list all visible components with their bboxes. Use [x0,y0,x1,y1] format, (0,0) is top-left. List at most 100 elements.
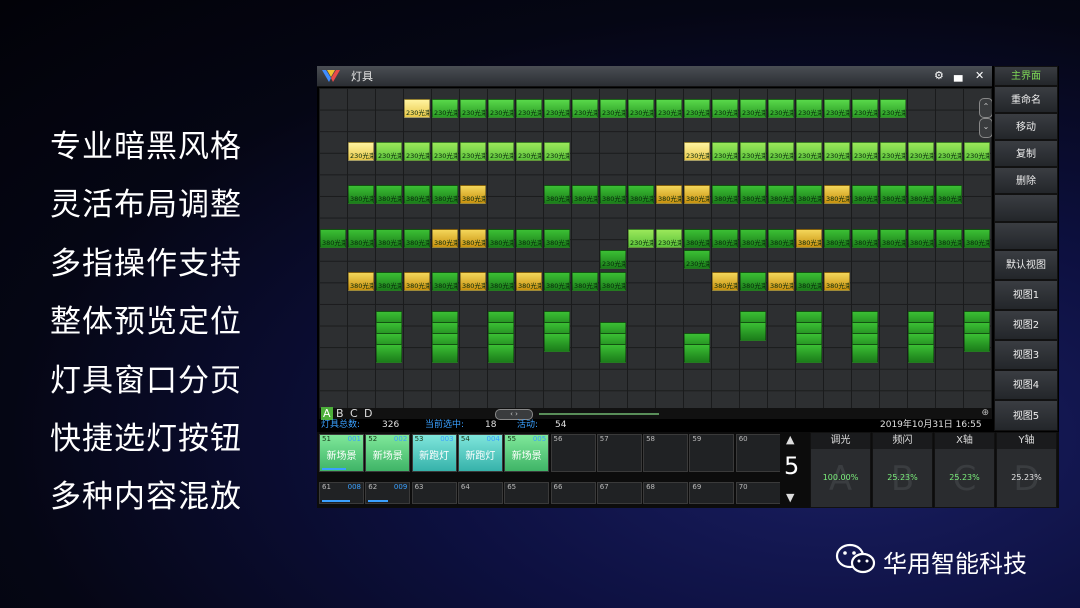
fixture-cell[interactable]: 230光束 [824,99,850,118]
fixture-cell[interactable]: 380光束 [964,228,990,248]
fixture-cell[interactable]: 380光束 [740,228,766,248]
cue-button[interactable]: 66 [550,482,596,504]
fixture-cell[interactable]: 380光束 [880,185,906,205]
scroll-down-button[interactable]: ⌄ [979,118,992,138]
fixture-cell[interactable]: 230光束 [460,99,486,118]
fixture-cell[interactable]: 380光束 [852,228,878,248]
view-2-button[interactable]: 视图2 [994,310,1058,340]
fixture-cell[interactable]: 230光束 [432,142,458,162]
rename-button[interactable]: 重命名 [994,86,1058,113]
fixture-cell[interactable]: 230光束 [376,142,402,162]
fader-strobe[interactable]: 频闪 B 25.23% [872,432,933,508]
fixture-cell[interactable]: 380光束 [656,185,682,205]
fixture-cell[interactable]: 230光束 [432,99,458,118]
fixture-cell[interactable]: 380光束 [768,185,794,205]
view-3-button[interactable]: 视图3 [994,340,1058,370]
fixture-cell[interactable]: 380光束 [348,185,374,205]
fixture-cell[interactable] [908,343,934,363]
cue-button[interactable]: 69 [689,482,735,504]
fixture-cell[interactable]: 380光束 [432,271,458,291]
cue-button[interactable]: 51 001 新场景 [319,434,364,472]
fixture-cell[interactable]: 380光束 [544,271,570,291]
cue-button[interactable]: 59 [689,434,735,472]
fixture-cell[interactable]: 380光束 [348,228,374,248]
view-5-button[interactable]: 视图5 [994,400,1058,431]
cue-button[interactable]: 53 003 新跑灯 [411,434,457,472]
fixture-cell[interactable]: 380光束 [404,228,430,248]
delete-button[interactable]: 删除 [994,167,1058,194]
fixture-cell[interactable]: 380光束 [460,271,486,291]
fader-dimmer[interactable]: 调光 A 100.00% [810,432,871,508]
cue-button[interactable]: 61 008 [319,482,364,504]
fixture-cell[interactable]: 380光束 [824,228,850,248]
fixture-cell[interactable]: 230光束 [852,99,878,118]
fixture-cell[interactable]: 380光束 [908,185,934,205]
fader-y-axis[interactable]: Y轴 D 25.23% [996,432,1057,508]
fixture-cell[interactable]: 380光束 [572,271,598,291]
fixture-cell[interactable] [432,343,458,363]
fixture-cell[interactable]: 380光束 [600,271,626,291]
cue-button[interactable]: 64 [457,482,503,504]
fixture-cell[interactable]: 230光束 [516,99,542,118]
fixture-cell[interactable]: 230光束 [964,142,990,162]
fixture-cell[interactable] [488,343,514,363]
fixture-cell[interactable]: 230光束 [824,142,850,162]
fixture-cell[interactable]: 380光束 [404,271,430,291]
fixture-cell[interactable]: 380光束 [376,185,402,205]
fixture-cell[interactable]: 230光束 [600,250,626,270]
fixture-cell[interactable]: 230光束 [404,142,430,162]
fixture-cell[interactable]: 380光束 [852,185,878,205]
cue-button[interactable]: 58 [643,434,689,472]
cue-button[interactable]: 70 [735,482,781,504]
fixture-cell[interactable] [684,343,710,363]
fixture-cell[interactable]: 380光束 [404,185,430,205]
fixture-cell[interactable]: 380光束 [796,271,822,291]
window-restore-icon[interactable]: ▄ [954,69,962,83]
fixture-cell[interactable]: 380光束 [712,185,738,205]
fixture-cell[interactable]: 230光束 [880,99,906,118]
fixture-cell[interactable]: 380光束 [432,228,458,248]
fixture-cell[interactable]: 380光束 [796,228,822,248]
fixture-cell[interactable]: 380光束 [432,185,458,205]
fixture-cell[interactable]: 380光束 [460,228,486,248]
cue-page-up-icon[interactable]: ▲ [786,433,794,446]
fixture-cell[interactable]: 380光束 [684,185,710,205]
fixture-cell[interactable]: 230光束 [712,142,738,162]
cue-button[interactable]: 67 [596,482,642,504]
cue-button[interactable]: 54 004 新跑灯 [457,434,503,472]
fixture-cell[interactable] [376,343,402,363]
move-button[interactable]: 移动 [994,113,1058,140]
fixture-cell[interactable]: 380光束 [796,185,822,205]
fixture-cell[interactable] [544,333,570,352]
fixture-cell[interactable]: 230光束 [656,228,682,248]
fixture-cell[interactable]: 380光束 [684,228,710,248]
fixture-cell[interactable]: 380光束 [600,185,626,205]
close-icon[interactable]: ✕ [975,69,984,83]
fixture-cell[interactable]: 230光束 [600,99,626,118]
fixture-cell[interactable]: 230光束 [740,99,766,118]
fixture-cell[interactable]: 380光束 [516,228,542,248]
fixture-cell[interactable]: 380光束 [348,271,374,291]
scroll-up-button[interactable]: ⌃ [979,98,992,118]
cue-button[interactable]: 56 [550,434,596,472]
fixture-cell[interactable] [964,333,990,352]
fixture-cell[interactable]: 230光束 [796,142,822,162]
fixture-cell[interactable]: 230光束 [796,99,822,118]
fixture-cell[interactable]: 380光束 [908,228,934,248]
fixture-cell[interactable]: 230光束 [684,142,710,162]
fixture-cell[interactable]: 230光束 [544,142,570,162]
fixture-cell[interactable]: 380光束 [460,185,486,205]
fixture-cell[interactable]: 380光束 [824,185,850,205]
fixture-cell[interactable]: 230光束 [712,99,738,118]
fixture-cell[interactable]: 230光束 [880,142,906,162]
fixture-cell[interactable] [740,322,766,342]
fader-x-axis[interactable]: X轴 C 25.23% [934,432,995,508]
cue-button[interactable]: 52 002 新场景 [365,434,411,472]
fixture-cell[interactable]: 380光束 [936,185,962,205]
fixture-cell[interactable]: 230光束 [768,142,794,162]
cue-button[interactable]: 63 [411,482,457,504]
fixture-cell[interactable]: 380光束 [544,228,570,248]
fixture-cell[interactable]: 230光束 [572,99,598,118]
zoom-icon[interactable]: ⊕ [981,408,989,418]
fixture-cell[interactable]: 380光束 [712,271,738,291]
